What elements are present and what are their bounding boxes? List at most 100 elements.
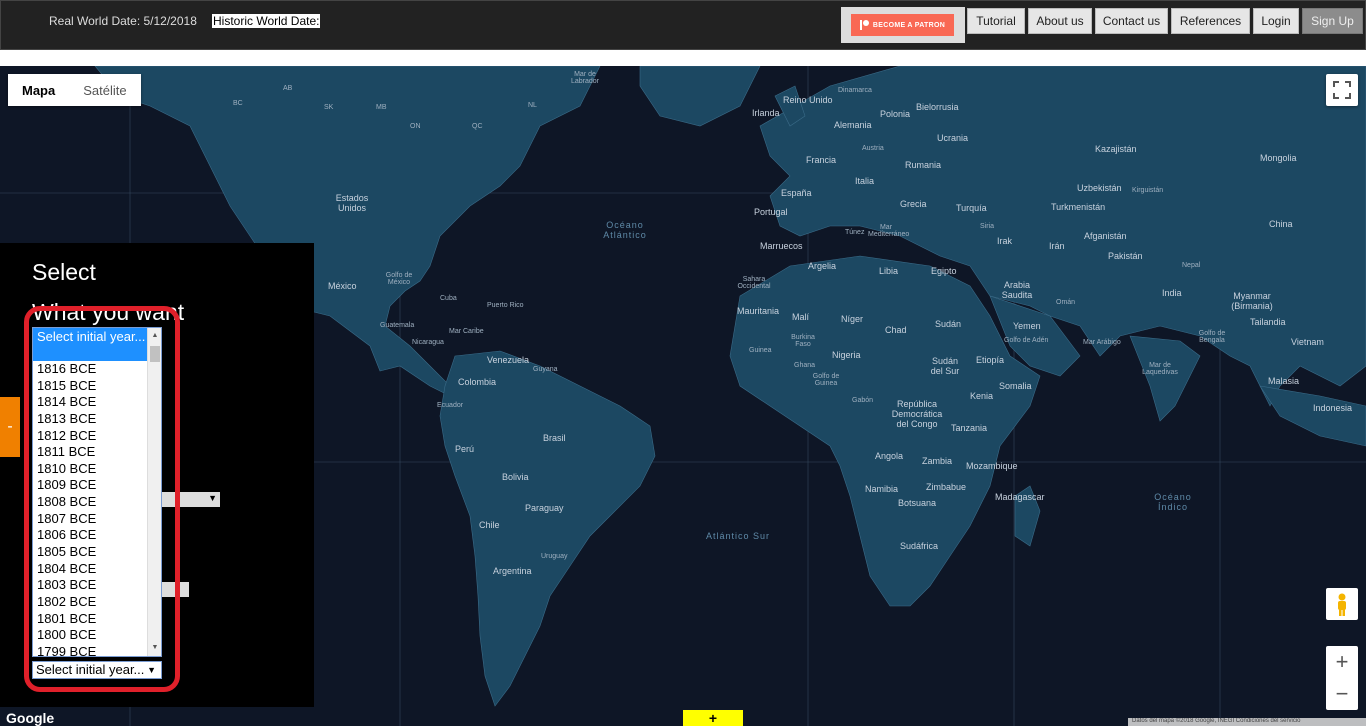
map-label-mar-arabigo: Mar Arábigo bbox=[1083, 339, 1121, 346]
nav-contact-button[interactable]: Contact us bbox=[1095, 8, 1168, 34]
patreon-icon bbox=[859, 20, 869, 30]
initial-year-listbox[interactable]: Select initial year... 1816 BCE 1815 BCE… bbox=[32, 327, 162, 657]
map-label-colombia: Colombia bbox=[458, 377, 497, 387]
map-label-mongolia: Mongolia bbox=[1260, 153, 1297, 163]
map-attribution[interactable]: Datos del mapa ©2018 Google, INEGI Condi… bbox=[1128, 718, 1366, 726]
map-label-sahara-occidental: Sahara Occidental bbox=[737, 276, 771, 290]
map-label-nicaragua: Nicaragua bbox=[412, 339, 444, 346]
map-label-angola: Angola bbox=[875, 451, 904, 461]
map-label-afganistan: Afganistán bbox=[1084, 231, 1127, 241]
map-label-cuba: Cuba bbox=[440, 295, 457, 302]
year-option[interactable]: 1799 BCE bbox=[33, 644, 149, 656]
year-option[interactable]: 1802 BCE bbox=[33, 594, 149, 611]
map-type-map-button[interactable]: Mapa bbox=[8, 74, 69, 106]
collapse-panel-tab[interactable]: - bbox=[0, 397, 20, 457]
map-label-mar-laquedivas: Mar de Laquedivas bbox=[1142, 362, 1178, 376]
map-label-dinamarca: Dinamarca bbox=[838, 87, 872, 94]
map-label-qc: QC bbox=[472, 123, 483, 130]
fullscreen-button[interactable] bbox=[1326, 74, 1358, 106]
map-label-botsuana: Botsuana bbox=[898, 498, 937, 508]
map-label-vietnam: Vietnam bbox=[1291, 337, 1324, 347]
map-label-ab: AB bbox=[283, 85, 293, 92]
zoom-in-button[interactable]: + bbox=[1326, 646, 1358, 678]
year-option[interactable]: 1809 BCE bbox=[33, 477, 149, 494]
initial-year-select[interactable]: Select initial year... bbox=[32, 661, 162, 679]
map-label-puerto-rico: Puerto Rico bbox=[487, 302, 524, 309]
map-label-gabon: Gabón bbox=[852, 397, 874, 404]
year-options-list: Select initial year... 1816 BCE 1815 BCE… bbox=[33, 328, 149, 656]
map-label-sudan: Sudán bbox=[935, 319, 962, 329]
year-option[interactable]: 1816 BCE bbox=[33, 361, 149, 378]
map-label-rumania: Rumania bbox=[905, 160, 942, 170]
patron-label: BECOME A PATRON bbox=[872, 21, 946, 29]
street-view-pegman-button[interactable] bbox=[1326, 588, 1358, 620]
pegman-icon bbox=[1338, 593, 1346, 616]
map-label-sudan-sur: Sudán del Sur bbox=[930, 356, 960, 376]
expand-timeline-button[interactable]: + bbox=[683, 710, 743, 726]
year-option[interactable]: 1803 BCE bbox=[33, 577, 149, 594]
top-bar: Real World Date: 5/12/2018 Historic Worl… bbox=[0, 0, 1366, 50]
map-label-austria: Austria bbox=[862, 145, 884, 152]
map-label-brasil: Brasil bbox=[543, 433, 566, 443]
map-label-kirguistan: Kirguistán bbox=[1132, 187, 1164, 194]
year-option[interactable]: 1800 BCE bbox=[33, 627, 149, 644]
map-label-somalia: Somalia bbox=[999, 381, 1032, 391]
map-label-nepal: Nepal bbox=[1182, 262, 1201, 269]
year-option[interactable]: 1811 BCE bbox=[33, 444, 149, 461]
nav-references-button[interactable]: References bbox=[1171, 8, 1250, 34]
map-label-golfo-aden: Golfo de Adén bbox=[1004, 337, 1049, 344]
map-label-myanmar: Myanmar (Birmania) bbox=[1231, 291, 1273, 311]
nav-tutorial-button[interactable]: Tutorial bbox=[967, 8, 1025, 34]
map-label-namibia: Namibia bbox=[865, 484, 899, 494]
nav-signup-button[interactable]: Sign Up bbox=[1302, 8, 1363, 34]
scroll-down-icon[interactable]: ▼ bbox=[148, 642, 161, 654]
map-label-ghana: Ghana bbox=[794, 362, 816, 369]
listbox-scrollbar[interactable]: ▲ ▼ bbox=[147, 328, 161, 656]
year-option[interactable]: 1808 BCE bbox=[33, 494, 149, 511]
map-label-turquia: Turquía bbox=[956, 203, 987, 213]
year-option[interactable]: 1814 BCE bbox=[33, 394, 149, 411]
year-option[interactable]: 1801 BCE bbox=[33, 611, 149, 628]
scroll-thumb[interactable] bbox=[150, 346, 160, 362]
map-label-ecuador: Ecuador bbox=[437, 402, 464, 409]
year-option[interactable]: 1804 BCE bbox=[33, 561, 149, 578]
map-label-paraguay: Paraguay bbox=[525, 503, 564, 513]
year-option[interactable]: 1815 BCE bbox=[33, 378, 149, 395]
google-logo: Google bbox=[6, 710, 55, 726]
year-option-selected[interactable]: Select initial year... bbox=[33, 328, 149, 361]
year-option[interactable]: 1810 BCE bbox=[33, 461, 149, 478]
map-label-chad: Chad bbox=[885, 325, 907, 335]
map-label-oman: Omán bbox=[1056, 299, 1076, 306]
year-option[interactable]: 1805 BCE bbox=[33, 544, 149, 561]
patron-area: BECOME A PATRON bbox=[841, 7, 965, 43]
map-type-satellite-button[interactable]: Satélite bbox=[69, 74, 140, 106]
map-label-mb: MB bbox=[376, 104, 387, 111]
zoom-out-button[interactable]: − bbox=[1326, 678, 1358, 710]
map-label-argentina: Argentina bbox=[493, 566, 532, 576]
map-label-venezuela: Venezuela bbox=[487, 355, 530, 365]
year-option[interactable]: 1807 BCE bbox=[33, 511, 149, 528]
map-label-mar-labrador: Mar de Labrador bbox=[570, 71, 600, 85]
map-label-burkina-faso: Burkina Faso bbox=[791, 334, 815, 348]
nav-login-button[interactable]: Login bbox=[1253, 8, 1299, 34]
map-label-reino-unido: Reino Unido bbox=[783, 95, 833, 105]
map-label-yemen: Yemen bbox=[1013, 321, 1041, 331]
map-label-malasia: Malasia bbox=[1268, 376, 1300, 386]
map-label-tunez: Túnez bbox=[845, 229, 865, 236]
map-label-grecia: Grecia bbox=[900, 199, 927, 209]
map-label-zimbabue: Zimbabue bbox=[926, 482, 967, 492]
map-label-oceano-indico: Océano Índico bbox=[1154, 492, 1192, 512]
map-label-egipto: Egipto bbox=[931, 266, 957, 276]
map-label-portugal: Portugal bbox=[754, 207, 788, 217]
map-label-chile: Chile bbox=[479, 520, 500, 530]
year-option[interactable]: 1806 BCE bbox=[33, 527, 149, 544]
map-label-peru: Perú bbox=[455, 444, 475, 454]
year-option[interactable]: 1813 BCE bbox=[33, 411, 149, 428]
map-label-arabia-saudita: Arabia Saudita bbox=[1001, 280, 1033, 300]
map-label-tanzania: Tanzania bbox=[951, 423, 988, 433]
become-patron-button[interactable]: BECOME A PATRON bbox=[851, 14, 954, 36]
map-label-iran: Irán bbox=[1049, 241, 1065, 251]
year-option[interactable]: 1812 BCE bbox=[33, 428, 149, 445]
scroll-up-icon[interactable]: ▲ bbox=[148, 330, 161, 342]
nav-about-button[interactable]: About us bbox=[1028, 8, 1092, 34]
